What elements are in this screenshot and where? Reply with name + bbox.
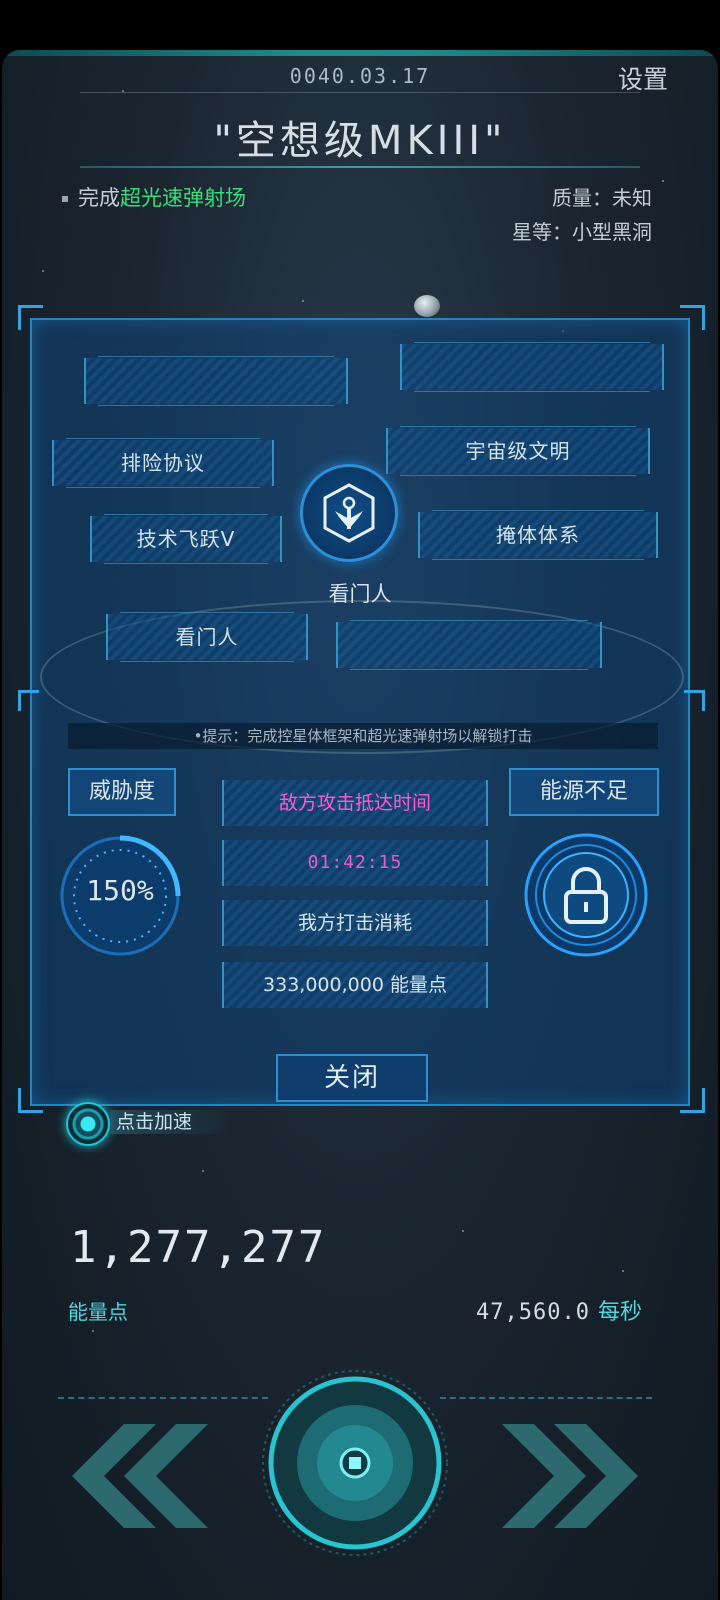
close-button[interactable]: 关闭	[276, 1054, 428, 1102]
tech-slot-empty[interactable]	[400, 342, 664, 392]
ship-title: "空想级MKIII"	[213, 118, 507, 164]
strike-lock-button[interactable]	[523, 832, 649, 958]
tech-slot-cosmic-civilization[interactable]: 宇宙级文明	[386, 426, 650, 476]
tech-slot-risk-protocol[interactable]: 排险协议	[52, 438, 274, 488]
gatekeeper-emblem[interactable]	[300, 464, 398, 562]
accelerate-label: 点击加速	[110, 1110, 233, 1134]
energy-status-badge: 能源不足	[509, 768, 659, 816]
energy-rate: 47,560.0 每秒	[476, 1294, 642, 1326]
tech-slot-tech-leap[interactable]: 技术飞跃V	[90, 514, 282, 564]
mass-stat: 质量：未知	[552, 186, 652, 210]
star	[42, 270, 44, 272]
tech-slot-gatekeeper[interactable]: 看门人	[106, 612, 308, 662]
double-chevron-right-icon[interactable]	[496, 1424, 646, 1528]
game-screen: 0040.03.17 设置 "空想级MKIII" 完成超光速弹射场 质量：未知 …	[0, 0, 720, 1600]
enemy-arrival-timer: 01:42:15	[222, 840, 488, 886]
settings-button[interactable]: 设置	[618, 60, 668, 96]
tech-slot-empty[interactable]	[336, 620, 602, 670]
strike-cost-label: 我方打击消耗	[222, 900, 488, 946]
panel-corner	[680, 305, 705, 330]
unlock-hint: •提示：完成控星体框架和超光速弹射场以解锁打击	[68, 723, 658, 749]
panel-corner	[18, 1088, 43, 1113]
accelerate-button[interactable]: 点击加速	[66, 1102, 246, 1146]
game-date: 0040.03.17	[289, 64, 431, 88]
top-accent-line	[2, 50, 718, 56]
tech-slot-empty[interactable]	[84, 356, 348, 406]
title-divider	[80, 166, 640, 168]
energy-total: 1,277,277	[70, 1222, 327, 1273]
panel-corner	[18, 690, 39, 711]
emblem-label: 看门人	[328, 582, 392, 606]
pulse-ring-icon	[66, 1102, 110, 1146]
strike-cost-value: 333,000,000 能量点	[222, 962, 488, 1008]
energy-rate-unit: 每秒	[597, 1300, 642, 1325]
tech-slot-shelter-system[interactable]: 掩体体系	[418, 510, 658, 560]
date-divider	[80, 92, 640, 93]
objective-prefix: 完成	[78, 186, 120, 210]
enemy-arrival-label: 敌方攻击抵达时间	[222, 780, 488, 826]
energy-unit: 能量点	[68, 1300, 128, 1324]
divider	[58, 1397, 268, 1399]
panel-corner	[684, 690, 705, 711]
star	[202, 1170, 204, 1172]
panel-corner	[680, 1088, 705, 1113]
star	[622, 1270, 624, 1272]
moon-sprite	[414, 295, 440, 317]
objective-highlight: 超光速弹射场	[120, 186, 246, 210]
bullet-icon	[62, 196, 68, 202]
panel-corner	[18, 305, 43, 330]
double-chevron-left-icon[interactable]	[64, 1424, 214, 1528]
star	[92, 1330, 94, 1332]
threat-value: 150%	[86, 874, 154, 907]
divider	[440, 1397, 652, 1399]
threat-label: 威胁度	[68, 768, 176, 816]
star	[662, 180, 664, 182]
objective: 完成超光速弹射场	[62, 182, 246, 212]
status-bar-area	[0, 0, 720, 50]
rank-stat: 星等：小型黑洞	[512, 220, 652, 244]
star	[462, 1230, 464, 1232]
star	[302, 300, 304, 302]
energy-rate-value: 47,560.0	[476, 1300, 590, 1325]
gatekeeper-emblem-icon	[323, 483, 375, 543]
core-button[interactable]	[260, 1368, 450, 1558]
